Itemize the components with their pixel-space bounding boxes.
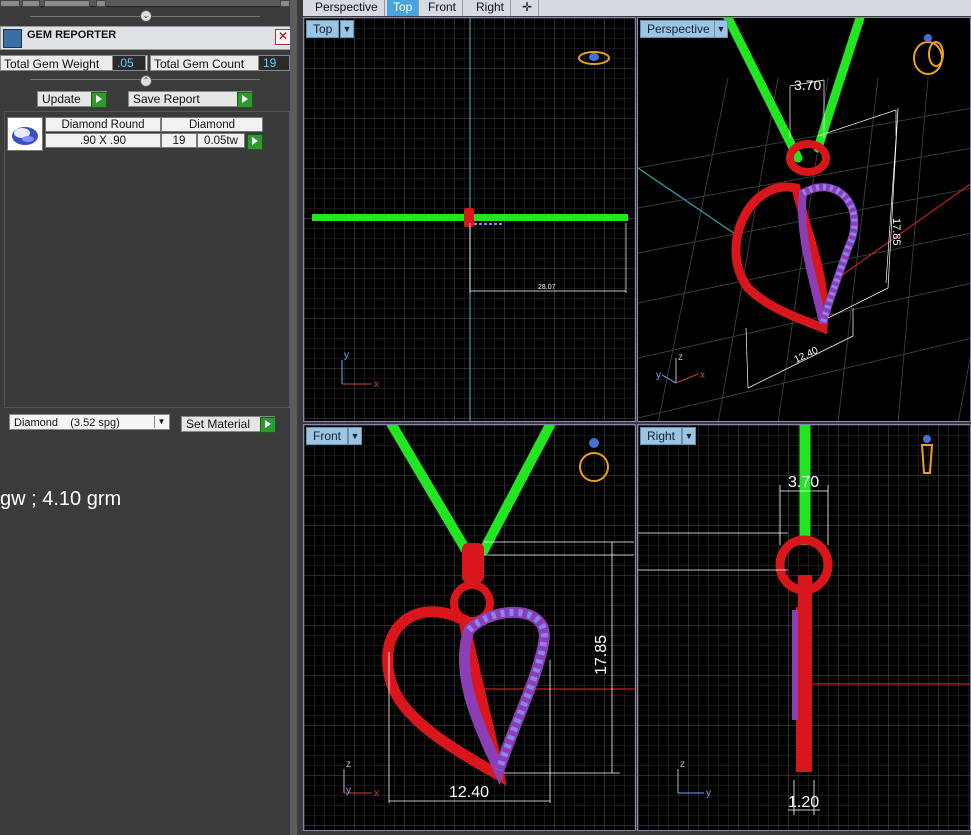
save-arrow-icon[interactable] bbox=[237, 92, 253, 108]
viewport-label-front[interactable]: Front bbox=[306, 427, 349, 445]
persp-axis-z: z bbox=[678, 352, 683, 363]
front-axis-z: z bbox=[346, 759, 351, 770]
material-select-value: Diamond (3.52 spg) bbox=[14, 417, 120, 429]
toolbar-stub-2[interactable] bbox=[22, 0, 40, 7]
save-report-button[interactable]: Save Report bbox=[128, 91, 252, 107]
viewport-label-right[interactable]: Right bbox=[640, 427, 683, 445]
pave-right bbox=[792, 610, 798, 720]
toolbar-stub-1[interactable] bbox=[0, 0, 20, 7]
toolbar-stub-5[interactable] bbox=[280, 0, 290, 7]
close-icon[interactable]: ✕ bbox=[275, 29, 291, 45]
table-header-shape: Diamond Round bbox=[45, 117, 161, 132]
right-axis-y: y bbox=[706, 788, 711, 799]
front-view-canvas: 17.85 12.40 z x y bbox=[304, 425, 635, 830]
left-panel-scrollbar[interactable] bbox=[290, 0, 297, 835]
front-axis-y: y bbox=[346, 785, 351, 796]
diamond-thumbnail-icon bbox=[7, 117, 43, 151]
front-axis-x: x bbox=[374, 788, 379, 799]
total-gem-weight-value: .05 bbox=[112, 55, 146, 71]
viewport-menu-perspective[interactable]: ▼ bbox=[714, 20, 728, 38]
persp-axis-x: x bbox=[700, 370, 705, 381]
update-arrow-icon[interactable] bbox=[91, 92, 107, 108]
table-cell-weight: 0.05tw bbox=[197, 133, 245, 148]
perspective-view-canvas: 3.70 17.85 12.40 z x y bbox=[638, 18, 970, 421]
ring-preview-icon bbox=[913, 34, 944, 75]
viewport-top[interactable]: 28.07 y x Top ▼ bbox=[303, 17, 636, 422]
viewport-label-perspective[interactable]: Perspective bbox=[640, 20, 717, 38]
viewport-perspective[interactable]: 3.70 17.85 12.40 z x y Perspective ▼ bbox=[637, 17, 971, 422]
tab-perspective[interactable]: Perspective bbox=[309, 0, 385, 16]
toolbar-stub-3[interactable] bbox=[44, 0, 90, 7]
update-label: Update bbox=[42, 92, 81, 106]
total-gem-count-value: 19 bbox=[258, 55, 290, 71]
gem-list: Diamond Round Diamond .90 X .90 19 0.05t… bbox=[4, 111, 290, 408]
toolbar-stub-4[interactable] bbox=[96, 0, 106, 7]
persp-dim-base: 12.40 bbox=[793, 345, 821, 366]
top-toolbar-strip bbox=[0, 0, 290, 7]
set-material-label: Set Material bbox=[186, 417, 251, 431]
viewport-front[interactable]: 17.85 12.40 z x y Front ▼ bbox=[303, 424, 636, 831]
viewport-menu-top[interactable]: ▼ bbox=[340, 20, 354, 38]
front-dim-width: 12.40 bbox=[449, 784, 489, 801]
gem-reporter-icon bbox=[3, 29, 22, 48]
axis-indicator-perspective: z x y bbox=[656, 352, 705, 384]
viewport-right[interactable]: 3.70 1.20 z y Right ▼ bbox=[637, 424, 971, 831]
axis-y-label: y bbox=[344, 350, 349, 361]
right-axis-z: z bbox=[680, 759, 685, 770]
tab-right[interactable]: Right bbox=[470, 0, 512, 16]
right-view-canvas: 3.70 1.20 z y bbox=[638, 425, 970, 830]
persp-dim-height: 17.85 bbox=[890, 218, 902, 246]
persp-dim-width: 3.70 bbox=[794, 77, 821, 93]
tab-top[interactable]: Top bbox=[387, 0, 420, 16]
top-view-canvas: 28.07 y x bbox=[304, 18, 635, 421]
right-dim-bottom: 1.20 bbox=[788, 794, 819, 811]
front-dim-height: 17.85 bbox=[593, 635, 610, 675]
persp-axis-y: y bbox=[656, 370, 661, 381]
collapse-knob-middle[interactable]: ⌃ bbox=[140, 75, 152, 87]
pendant-top bbox=[464, 208, 474, 227]
chain-perspective-left bbox=[723, 18, 803, 163]
dropdown-arrow-icon[interactable]: ▼ bbox=[154, 416, 168, 428]
left-panel: ⌄ GEM REPORTER ✕ Total Gem Weight .05 To… bbox=[0, 0, 297, 835]
gem-reporter-title: GEM REPORTER bbox=[27, 29, 117, 41]
collapse-knob-top[interactable]: ⌄ bbox=[140, 10, 152, 22]
viewport-label-top[interactable]: Top bbox=[306, 20, 340, 38]
save-report-label: Save Report bbox=[133, 92, 200, 106]
table-header-type: Diamond bbox=[161, 117, 263, 132]
top-dimension: 28.07 bbox=[538, 284, 556, 291]
pendant-right-metal bbox=[796, 607, 812, 772]
table-cell-count: 19 bbox=[161, 133, 197, 148]
tab-front[interactable]: Front bbox=[422, 0, 464, 16]
row-arrow-icon[interactable] bbox=[247, 134, 263, 150]
viewport-tab-bar: Perspective Top Front Right ✛ bbox=[303, 0, 971, 16]
viewport-menu-right[interactable]: ▼ bbox=[682, 427, 696, 445]
viewport-menu-front[interactable]: ▼ bbox=[348, 427, 362, 445]
add-viewport-icon[interactable]: ✛ bbox=[516, 0, 540, 16]
material-select[interactable]: Diamond (3.52 spg) ▼ bbox=[9, 414, 170, 430]
gross-weight-note: gw ; 4.10 grm bbox=[0, 488, 122, 510]
right-dim-top: 3.70 bbox=[788, 474, 819, 491]
axis-x-label: x bbox=[374, 379, 379, 390]
set-material-arrow-icon[interactable] bbox=[260, 417, 276, 433]
table-cell-size: .90 X .90 bbox=[45, 133, 161, 148]
gem-reporter-header: GEM REPORTER ✕ bbox=[0, 26, 294, 50]
